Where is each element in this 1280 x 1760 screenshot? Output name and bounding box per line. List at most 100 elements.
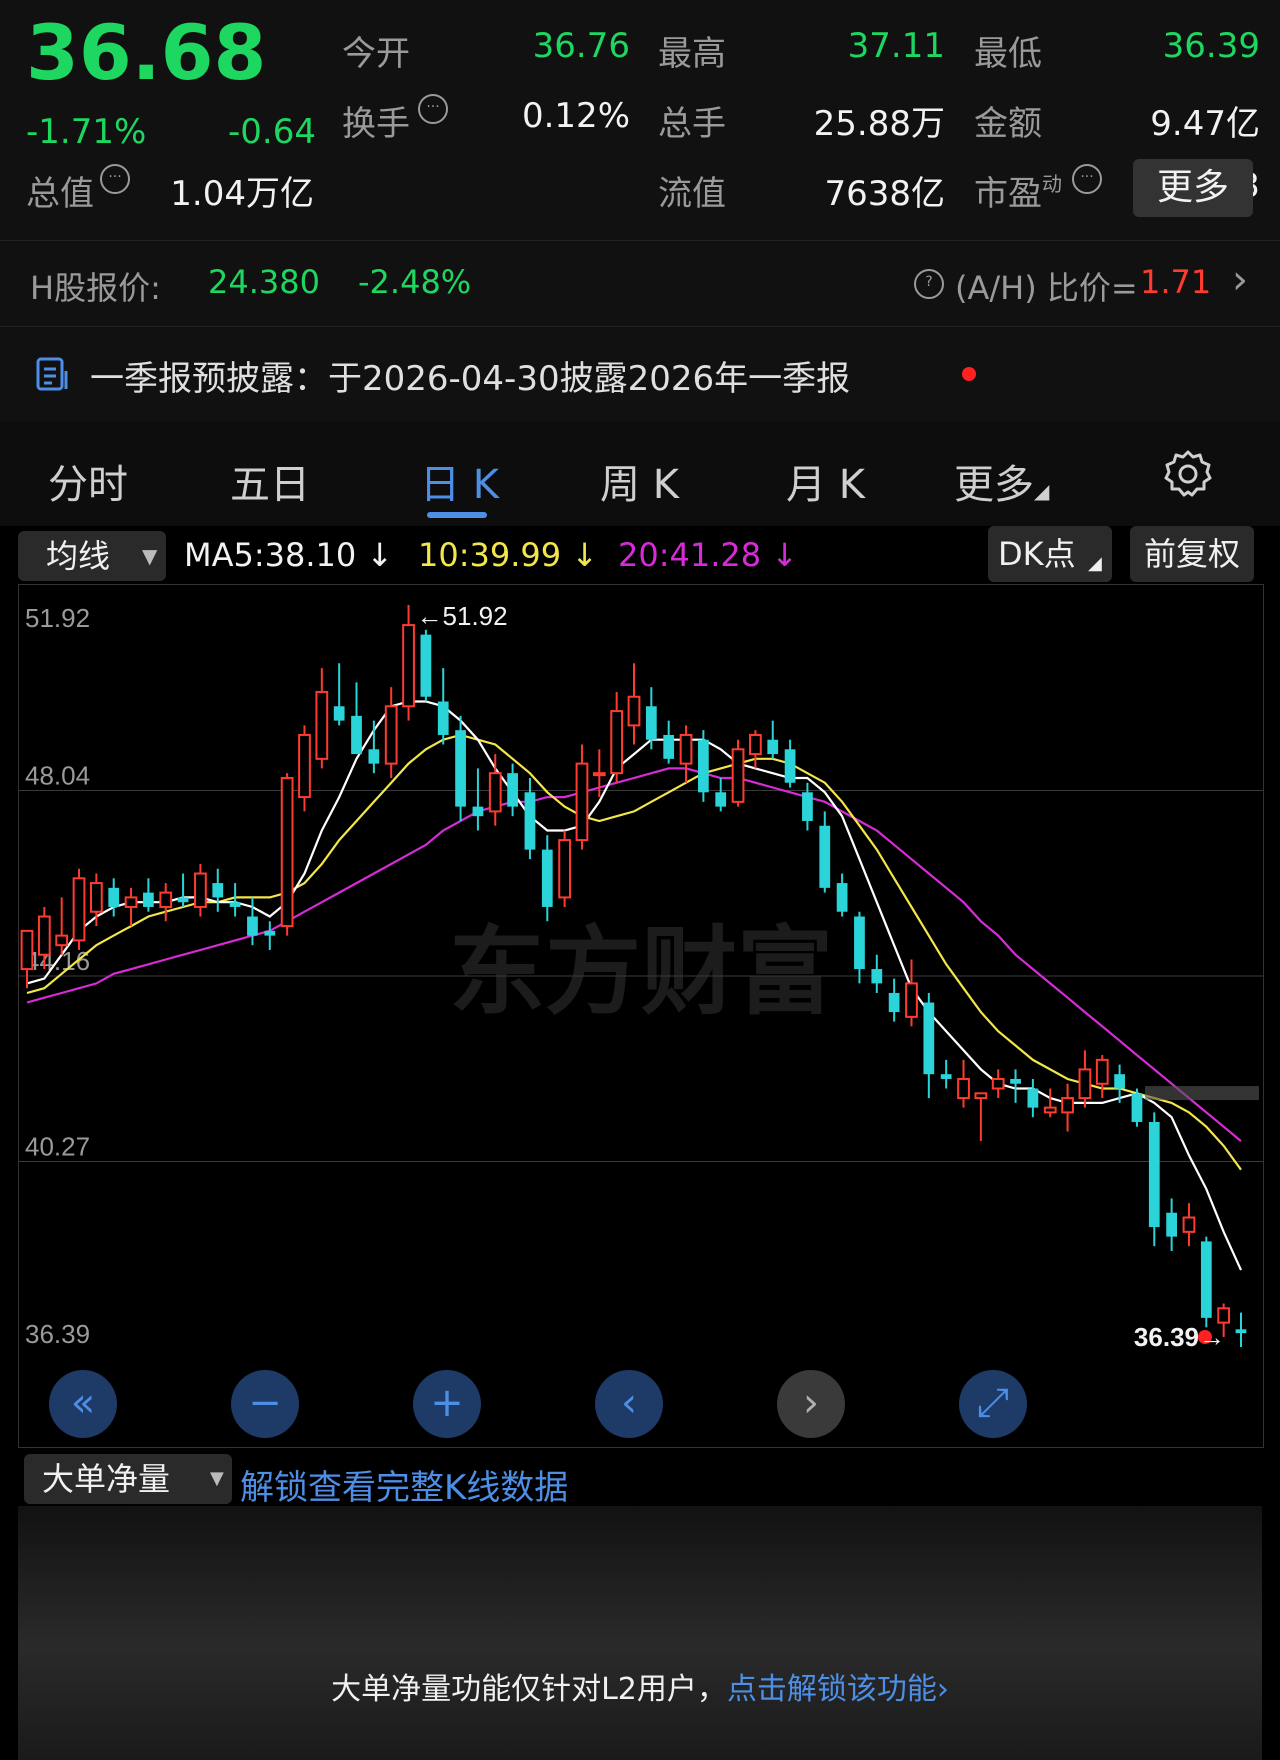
tab-more-label: 更多 [954, 462, 1034, 508]
candle-body [697, 739, 709, 793]
more-stats-button[interactable]: 更多 [1133, 159, 1253, 217]
candle-body [1235, 1329, 1247, 1334]
candle-body [645, 706, 657, 740]
candle-body [1061, 1097, 1074, 1114]
scroll-right-button[interactable]: › [777, 1370, 845, 1438]
big-order-dropdown[interactable]: 大单净量 ▼ [24, 1454, 232, 1504]
candle-body [1148, 1121, 1160, 1228]
candle-body [784, 749, 796, 783]
candle-body [836, 883, 848, 912]
chevron-right-icon: › [1232, 257, 1248, 303]
zoom-out-button[interactable]: − [231, 1370, 299, 1438]
candle-body [731, 748, 745, 803]
down-arrow-icon: ↓ [571, 536, 599, 574]
candle-body [888, 992, 900, 1013]
candle-body [124, 896, 138, 908]
down-arrow-icon: ↓ [366, 536, 394, 574]
stat-value-7: 7638亿 [824, 174, 945, 214]
fullscreen-button[interactable]: ⤢ [959, 1370, 1027, 1438]
candle-body [472, 806, 484, 817]
down-arrow-icon: ↓ [771, 536, 799, 574]
quote-panel: 36.68 -1.71% -0.64 今开 36.76 最高 37.11 最低 36.39… [0, 0, 1280, 240]
dropdown-arrow-icon: ▼ [210, 1468, 224, 1489]
dk-point-button[interactable]: DK点 ◢ [988, 526, 1112, 582]
candle-body [905, 982, 918, 1018]
lock-notice-text: 大单净量功能仅针对L2用户， [331, 1672, 727, 1707]
dropdown-arrow-icon: ▼ [142, 544, 158, 568]
candle-body [1114, 1074, 1125, 1089]
candle-body [974, 1092, 988, 1100]
big-order-dropdown-label: 大单净量 [42, 1460, 171, 1498]
corner-triangle-icon: ◢ [1034, 479, 1050, 503]
stat-label-6: 总值 [26, 174, 94, 214]
ah-ratio-value: 1.71 [1140, 263, 1212, 301]
h-share-change: -2.48% [358, 263, 472, 301]
unread-dot [962, 367, 976, 381]
indicator-dropdown-label: 均线 [46, 537, 111, 575]
candle-body [627, 695, 641, 727]
tab-five-day[interactable]: 五日 [230, 452, 310, 510]
tab-more[interactable]: 更多◢ [954, 452, 1049, 510]
adjust-mode-button[interactable]: 前复权 [1130, 526, 1254, 582]
candle-body [488, 772, 502, 813]
candle-body [1217, 1307, 1231, 1324]
min-price-label: 36.39→ [1134, 1322, 1225, 1352]
candle-body [524, 792, 536, 850]
tab-daily-k[interactable]: 日 K [420, 452, 499, 510]
active-tab-indicator [427, 512, 487, 518]
candle-body [212, 883, 224, 898]
period-tabs: 分时 五日 日 K 周 K 月 K 更多◢ [0, 422, 1280, 526]
zoom-in-button[interactable]: + [413, 1370, 481, 1438]
candle-body [177, 897, 189, 903]
candle-body [1200, 1241, 1212, 1318]
info-more-icon[interactable]: ··· [100, 164, 130, 194]
tab-monthly-k[interactable]: 月 K [786, 452, 865, 510]
candle-body [592, 772, 606, 777]
candle-body [610, 710, 624, 775]
help-icon[interactable]: ? [914, 269, 944, 299]
candle-body [991, 1077, 1005, 1090]
candle-body [402, 624, 415, 708]
locked-indicator-panel: 大单净量功能仅针对L2用户，点击解锁该功能› [18, 1506, 1262, 1760]
stat-value-2: 36.39 [1162, 26, 1260, 66]
candle-body [715, 792, 727, 807]
candle-body [663, 734, 675, 759]
candle-body [20, 929, 34, 971]
candle-body [108, 887, 120, 907]
candle-body [368, 749, 380, 764]
candle-body [575, 762, 589, 842]
scroll-left-button[interactable]: ‹ [595, 1370, 663, 1438]
tab-weekly-k[interactable]: 周 K [600, 452, 679, 510]
candle-body [507, 773, 518, 807]
candle-body [1078, 1068, 1092, 1100]
ma20-value: 20:41.28 ↓ [618, 536, 798, 574]
scroll-left-fast-icon: « [70, 1380, 96, 1426]
y-tick-label: 40.27 [25, 1132, 90, 1162]
tab-intraday[interactable]: 分时 [48, 452, 128, 510]
candle-body [819, 825, 831, 888]
indicator-dropdown[interactable]: 均线 ▼ [18, 531, 166, 581]
kline-chart[interactable]: 东方财富 51.92 48.04 44.16 40.27 36.39 ←51.92 36.39… [18, 584, 1264, 1448]
max-price-label: ←51.92 [417, 601, 508, 631]
watermark-text: 东方财富 [449, 916, 833, 1028]
stat-label-7: 流值 [658, 174, 726, 214]
scroll-left-fast-button[interactable]: « [49, 1370, 117, 1438]
candle-body [923, 1002, 935, 1075]
candle-body [767, 739, 779, 755]
h-share-row[interactable]: H股报价: 24.380 -2.48% ? (A/H) 比价= 1.71 › [0, 240, 1280, 327]
unlock-feature-link[interactable]: 点击解锁该功能 [727, 1672, 937, 1707]
change-percent: -1.71% [26, 112, 147, 152]
candle-body [940, 1074, 952, 1079]
ma-legend-row: 均线 ▼ MA5:38.10 ↓ 10:39.99 ↓ 20:41.28 ↓ D… [0, 526, 1280, 588]
change-amount: -0.64 [228, 112, 316, 152]
settings-gear-icon[interactable] [1162, 448, 1214, 500]
ma10-value: 10:39.99 ↓ [418, 536, 598, 574]
candle-body [541, 849, 553, 907]
unlock-kline-link[interactable]: 解锁查看完整K线数据 [240, 1460, 568, 1509]
dk-point-label: DK点 [998, 535, 1076, 573]
kline-svg[interactable]: 东方财富51.9248.0444.1640.2736.39←51.9236.39… [19, 585, 1263, 1447]
candle-body [37, 915, 51, 956]
candle-body [455, 730, 466, 807]
candle-body [802, 792, 813, 821]
report-notice[interactable]: 一季报预披露：于2026-04-30披露2026年一季报 [0, 326, 1280, 423]
